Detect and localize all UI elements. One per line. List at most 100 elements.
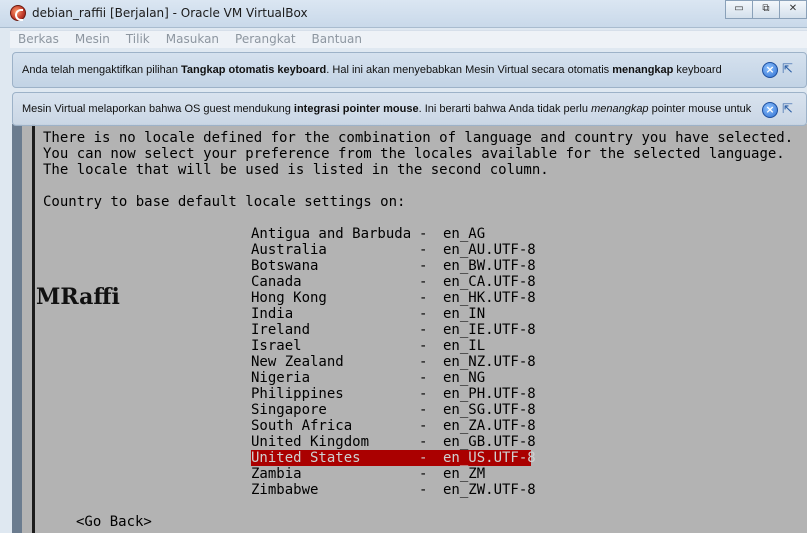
menu-perangkat[interactable]: Perangkat — [227, 31, 304, 48]
locale-code: en_CA.UTF-8 — [443, 274, 536, 290]
locale-option-zambia[interactable]: Zambia - en_ZM — [251, 466, 531, 482]
notification-text-part: Anda telah mengaktifkan pilihan — [22, 64, 181, 76]
locale-description: There is no locale defined for the combi… — [43, 130, 793, 178]
country-name: United Kingdom — [251, 434, 370, 450]
country-name: Singapore — [251, 402, 327, 418]
locale-option-hong-kong[interactable]: Hong Kong - en_HK.UTF-8 — [251, 290, 536, 306]
minimize-button[interactable]: ▭ — [725, 0, 753, 19]
separator: - — [419, 386, 428, 402]
mouse-pointer-icon[interactable]: ⇱ — [782, 102, 798, 118]
window-controls: ▭ ⧉ ✕ — [725, 0, 807, 19]
locale-option-philippines[interactable]: Philippines - en_PH.UTF-8 — [251, 386, 536, 402]
menu-berkas[interactable]: Berkas — [10, 31, 67, 48]
locale-code: en_IL — [443, 338, 486, 354]
separator: - — [419, 322, 428, 338]
country-name: Philippines — [251, 386, 344, 402]
country-name: Nigeria — [251, 370, 311, 386]
separator: - — [419, 274, 428, 290]
separator: - — [419, 354, 428, 370]
locale-option-australia[interactable]: Australia - en_AU.UTF-8 — [251, 242, 536, 258]
locale-code: en_IE.UTF-8 — [443, 322, 536, 338]
close-notification-icon[interactable]: × — [762, 102, 778, 118]
notification-emphasis: menangkap — [612, 64, 674, 76]
locale-option-antigua[interactable]: Antigua and Barbuda - en_AG — [251, 226, 531, 242]
notification-text-part: keyboard — [673, 64, 722, 76]
separator: - — [419, 482, 428, 498]
mouse-integration-notification: Mesin Virtual melaporkan bahwa OS guest … — [12, 92, 807, 126]
menu-bar: Berkas Mesin Tilik Masukan Perangkat Ban… — [10, 30, 807, 48]
description-line: The locale that will be used is listed i… — [43, 162, 549, 178]
locale-code: en_IN — [443, 306, 486, 322]
description-line: There is no locale defined for the combi… — [43, 130, 794, 146]
notification-text-part: . Ini berarti bahwa Anda tidak perlu — [418, 103, 592, 115]
menu-bantuan[interactable]: Bantuan — [304, 31, 370, 48]
notification-emphasis: integrasi pointer mouse — [293, 103, 419, 115]
locale-code: en_BW.UTF-8 — [443, 258, 536, 274]
guest-display[interactable]: There is no locale defined for the combi… — [12, 124, 807, 533]
locale-code: en_AU.UTF-8 — [443, 242, 536, 258]
separator: - — [419, 434, 428, 450]
locale-option-united-kingdom[interactable]: United Kingdom - en_GB.UTF-8 — [251, 434, 536, 450]
virtualbox-icon — [10, 5, 26, 21]
go-back-button[interactable]: <Go Back> — [76, 514, 152, 530]
window-titlebar[interactable]: debian_raffii [Berjalan] - Oracle VM Vir… — [0, 0, 807, 28]
separator: - — [419, 418, 428, 434]
locale-code: en_ZM — [443, 466, 486, 482]
locale-option-singapore[interactable]: Singapore - en_SG.UTF-8 — [251, 402, 536, 418]
country-name: South Africa — [251, 418, 353, 434]
locale-option-india[interactable]: India - en_IN — [251, 306, 531, 322]
close-button[interactable]: ✕ — [779, 0, 807, 19]
restore-button[interactable]: ⧉ — [752, 0, 780, 19]
country-name: New Zealand — [251, 354, 344, 370]
guest-margin — [22, 124, 32, 533]
separator: - — [419, 450, 428, 466]
country-name: Israel — [251, 338, 302, 354]
watermark: MRaffi — [36, 284, 120, 310]
separator: - — [419, 290, 428, 306]
window-title: debian_raffii [Berjalan] - Oracle VM Vir… — [32, 6, 308, 20]
locale-option-nigeria[interactable]: Nigeria - en_NG — [251, 370, 531, 386]
notification-text: Mesin Virtual melaporkan bahwa OS guest … — [22, 103, 751, 115]
locale-option-new-zealand[interactable]: New Zealand - en_NZ.UTF-8 — [251, 354, 536, 370]
country-name: Hong Kong — [251, 290, 327, 306]
country-name: Ireland — [251, 322, 311, 338]
locale-code: en_US.UTF-8 — [443, 450, 536, 466]
guest-edge — [12, 124, 22, 533]
notification-text: Anda telah mengaktifkan pilihan Tangkap … — [22, 64, 722, 76]
locale-code: en_ZA.UTF-8 — [443, 418, 536, 434]
locale-code: en_HK.UTF-8 — [443, 290, 536, 306]
separator: - — [419, 370, 428, 386]
separator: - — [419, 258, 428, 274]
locale-option-ireland[interactable]: Ireland - en_IE.UTF-8 — [251, 322, 536, 338]
locale-option-botswana[interactable]: Botswana - en_BW.UTF-8 — [251, 258, 536, 274]
locale-code: en_GB.UTF-8 — [443, 434, 536, 450]
separator: - — [419, 338, 428, 354]
separator: - — [419, 466, 428, 482]
notification-emphasis: Tangkap otomatis keyboard — [181, 64, 327, 76]
separator: - — [419, 226, 428, 242]
notification-text-part: pointer mouse untuk — [648, 103, 752, 115]
notification-text-part: Mesin Virtual melaporkan bahwa OS guest … — [22, 103, 294, 115]
locale-option-israel[interactable]: Israel - en_IL — [251, 338, 531, 354]
locale-option-united-states[interactable]: United States - en_US.UTF-8 — [251, 450, 536, 466]
menu-tilik[interactable]: Tilik — [118, 31, 158, 48]
separator: - — [419, 306, 428, 322]
locale-option-south-africa[interactable]: South Africa - en_ZA.UTF-8 — [251, 418, 536, 434]
country-name: United States — [251, 450, 361, 466]
keyboard-capture-notification: Anda telah mengaktifkan pilihan Tangkap … — [12, 52, 807, 88]
locale-option-canada[interactable]: Canada - en_CA.UTF-8 — [251, 274, 536, 290]
country-name: India — [251, 306, 294, 322]
menu-mesin[interactable]: Mesin — [67, 31, 118, 48]
locale-list[interactable]: Antigua and Barbuda - en_AG Australia - en_A… — [251, 226, 536, 498]
country-name: Australia — [251, 242, 327, 258]
country-prompt: Country to base default locale settings … — [43, 194, 406, 210]
locale-code: en_AG — [443, 226, 486, 242]
close-notification-icon[interactable]: × — [762, 62, 778, 78]
locale-code: en_NG — [443, 370, 486, 386]
separator: - — [419, 242, 428, 258]
menu-masukan[interactable]: Masukan — [158, 31, 227, 48]
locale-option-zimbabwe[interactable]: Zimbabwe - en_ZW.UTF-8 — [251, 482, 536, 498]
locale-code: en_NZ.UTF-8 — [443, 354, 536, 370]
keyboard-capture-icon[interactable]: ⇱ — [782, 62, 798, 78]
country-name: Zambia — [251, 466, 302, 482]
